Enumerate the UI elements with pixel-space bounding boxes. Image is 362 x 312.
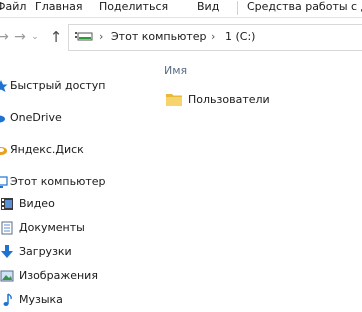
sidebar-item-label: Видео <box>19 197 55 210</box>
sidebar-item-yandex-disk[interactable]: Яндекс.Диск <box>0 140 150 162</box>
tab-drive-tools[interactable]: Средства работы с ди <box>247 0 362 15</box>
sidebar-item-music[interactable]: Музыка <box>0 290 150 312</box>
arrow-up-icon: ↑ <box>49 28 63 46</box>
ribbon-divider <box>237 1 238 15</box>
sidebar-item-label: OneDrive <box>10 111 62 124</box>
file-list: Имя Пользователи <box>152 58 362 306</box>
sidebar-item-label: Яндекс.Диск <box>10 143 84 156</box>
sidebar-item-label: Изображения <box>19 269 98 282</box>
list-item[interactable]: Пользователи <box>166 90 356 110</box>
video-icon <box>1 198 13 210</box>
up-button[interactable]: ↑ <box>47 28 65 46</box>
download-icon <box>1 245 13 258</box>
address-bar[interactable]: › Этот компьютер › 1 (C:) <box>68 24 362 51</box>
recent-locations-button[interactable]: ⌄ <box>28 28 42 46</box>
sidebar-item-onedrive[interactable]: OneDrive <box>0 108 150 130</box>
sidebar-item-label: Музыка <box>19 293 63 306</box>
sidebar-item-downloads[interactable]: Загрузки <box>0 242 150 264</box>
music-icon <box>3 293 12 306</box>
tab-home[interactable]: Главная <box>35 0 83 15</box>
tab-view[interactable]: Вид <box>197 0 219 15</box>
computer-icon <box>0 176 8 188</box>
arrow-right-icon: → <box>14 29 26 45</box>
sidebar-item-documents[interactable]: Документы <box>0 218 150 240</box>
navigation-pane: Быстрый доступ OneDrive Яндекс.Диск Этот… <box>0 58 150 306</box>
documents-icon <box>1 221 13 235</box>
breadcrumb-separator[interactable]: › <box>211 30 215 43</box>
star-icon <box>0 80 8 92</box>
computer-icon <box>75 32 93 41</box>
tab-file[interactable]: Файл <box>0 0 26 15</box>
tab-share[interactable]: Поделиться <box>99 0 168 15</box>
navigation-bar: → → ⌄ ↑ › Этот компьютер › 1 (C:) <box>0 18 362 56</box>
pictures-icon <box>0 270 14 282</box>
sidebar-item-quick-access[interactable]: Быстрый доступ <box>0 76 150 98</box>
chevron-down-icon: ⌄ <box>31 32 39 42</box>
column-header-name[interactable]: Имя <box>164 64 187 77</box>
sidebar-item-label: Документы <box>19 221 85 234</box>
folder-icon <box>166 94 182 106</box>
breadcrumb-this-pc[interactable]: Этот компьютер <box>111 30 207 43</box>
yandex-disk-icon <box>0 147 7 155</box>
arrow-left-icon: → <box>0 29 9 45</box>
sidebar-item-label: Быстрый доступ <box>10 79 106 92</box>
sidebar-item-this-pc[interactable]: Этот компьютер <box>0 172 150 194</box>
folder-name: Пользователи <box>188 93 270 106</box>
sidebar-item-videos[interactable]: Видео <box>0 194 150 216</box>
ribbon-tabs: Файл Главная Поделиться Вид Средства раб… <box>0 0 362 18</box>
forward-button[interactable]: → <box>11 28 29 46</box>
breadcrumb-drive-c[interactable]: 1 (C:) <box>225 30 255 43</box>
sidebar-item-pictures[interactable]: Изображения <box>0 266 150 288</box>
sidebar-item-label: Загрузки <box>19 245 72 258</box>
sidebar-item-label: Этот компьютер <box>10 175 106 188</box>
breadcrumb-separator[interactable]: › <box>99 30 103 43</box>
cloud-icon <box>0 115 5 123</box>
